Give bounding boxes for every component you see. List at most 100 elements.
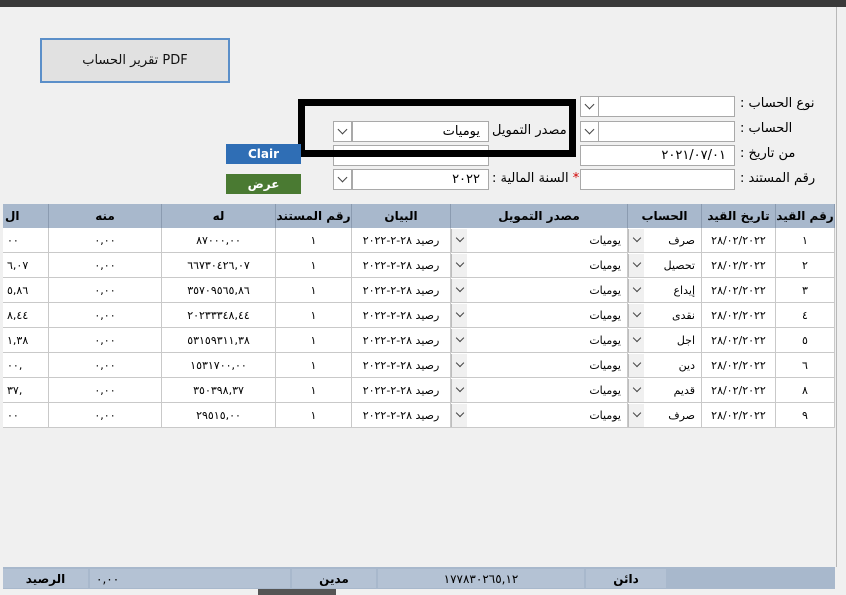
cell-statement: رصيد ٢٨-٢-٢٠٢٢ [352,353,451,378]
cell-extra-text: ,٣٧ [7,383,23,397]
cell-funding-source[interactable]: يوميات [451,228,628,253]
chevron-down-icon [455,333,464,343]
col-funding-source[interactable]: مصدر التمويل [451,204,628,228]
cell-entry-no: ٢ [776,253,835,278]
show-button[interactable]: عرض [226,174,301,194]
col-debit[interactable]: منه [49,204,162,228]
cell-credit: ١٥٣١٧٠٠,٠٠ [162,353,276,378]
cell-dropdown-button[interactable] [451,228,467,252]
cell-entry-no: ٦ [776,353,835,378]
cell-funding-source[interactable]: يوميات [451,328,628,353]
cell-entry-no-text: ٥ [802,333,808,347]
cell-credit: ٥٣١٥٩٣١١,٣٨ [162,328,276,353]
cell-debit-text: ٠,٠٠ [94,333,116,347]
cell-entry-no: ٣ [776,278,835,303]
cell-dropdown-button[interactable] [628,278,644,302]
cell-dropdown-button[interactable] [451,378,467,402]
col-entry-date[interactable]: تاريخ القيد [702,204,776,228]
cell-account[interactable]: صرف [628,403,702,428]
fiscal-year-dropdown[interactable] [333,169,352,190]
cell-entry-no-text: ٩ [802,408,808,422]
cell-account-text: نقدى [671,308,695,322]
cell-funding-source[interactable]: يوميات [451,403,628,428]
account-type-dropdown[interactable] [580,96,599,117]
cell-statement: رصيد ٢٨-٢-٢٠٢٢ [352,328,451,353]
cell-doc-no-text: ١ [310,258,317,272]
cell-funding-source[interactable]: يوميات [451,278,628,303]
cell-entry-date-text: ٢٨/٠٢/٢٠٢٢ [711,358,766,372]
cell-doc-no: ١ [276,253,352,278]
from-date-field[interactable]: ٢٠٢١/٠٧/٠١ [580,145,735,166]
account-dropdown[interactable] [580,121,599,142]
col-account[interactable]: الحساب [628,204,702,228]
col-entry-no[interactable]: رقم القيد [776,204,835,228]
cell-account[interactable]: دين [628,353,702,378]
pdf-report-button[interactable]: تقرير الحساب PDF [40,38,230,83]
col-statement[interactable]: البيان [352,204,451,228]
cell-account[interactable]: قديم [628,378,702,403]
cell-entry-date-text: ٢٨/٠٢/٢٠٢٢ [711,333,766,347]
cell-dropdown-button[interactable] [451,328,467,352]
fiscal-year-label: السنة المالية : [492,171,569,186]
cell-dropdown-button[interactable] [628,378,644,402]
col-credit[interactable]: له [162,204,276,228]
cell-extra: ٠٠ [3,403,49,428]
cell-dropdown-button[interactable] [628,228,644,252]
cell-account[interactable]: تحصيل [628,253,702,278]
cell-statement-text: رصيد ٢٨-٢-٢٠٢٢ [362,233,440,247]
cell-dropdown-button[interactable] [628,403,644,427]
cell-funding-source[interactable]: يوميات [451,253,628,278]
cell-funding-source[interactable]: يوميات [451,378,628,403]
creditor-label: دائن [586,569,666,588]
cell-account[interactable]: صرف [628,228,702,253]
cell-debit-text: ٠,٠٠ [94,308,116,322]
cell-account[interactable]: إيداع [628,278,702,303]
cell-entry-no-text: ١ [802,233,808,247]
cell-dropdown-button[interactable] [451,403,467,427]
cell-dropdown-button[interactable] [451,278,467,302]
cell-doc-no: ١ [276,278,352,303]
cell-entry-date-text: ٢٨/٠٢/٢٠٢٢ [711,258,766,272]
cell-dropdown-button[interactable] [628,328,644,352]
chevron-down-icon [632,358,641,368]
cell-account-text: دين [678,358,695,372]
cell-dropdown-button[interactable] [628,253,644,277]
cell-account[interactable]: نقدى [628,303,702,328]
cell-credit-text: ٥٣١٥٩٣١١,٣٨ [187,333,250,347]
chevron-down-icon [632,283,641,293]
account-field[interactable] [598,121,735,142]
cell-entry-no: ٨ [776,378,835,403]
chevron-down-icon [455,358,464,368]
cell-account[interactable]: اجل [628,328,702,353]
col-doc-no[interactable]: رقم المستند [276,204,352,228]
cell-funding-source-text: يوميات [589,308,621,322]
doc-number-field[interactable] [580,169,735,190]
cell-dropdown-button[interactable] [451,303,467,327]
cell-dropdown-button[interactable] [628,303,644,327]
cell-funding-source[interactable]: يوميات [451,303,628,328]
cell-dropdown-button[interactable] [451,253,467,277]
cell-extra: ,٣٧ [3,378,49,403]
cell-funding-source[interactable]: يوميات [451,353,628,378]
debtor-total: ٠,٠٠ [90,569,290,588]
clear-button[interactable]: Clair [226,144,301,164]
chevron-down-icon [584,124,595,135]
cell-entry-no: ٤ [776,303,835,328]
account-type-field[interactable] [598,96,735,117]
cell-entry-no-text: ٨ [802,383,808,397]
cell-dropdown-button[interactable] [451,353,467,377]
cell-entry-no-text: ٤ [802,308,808,322]
cell-dropdown-button[interactable] [628,353,644,377]
fiscal-year-field[interactable]: ٢٠٢٢ [352,169,489,190]
cell-statement: رصيد ٢٨-٢-٢٠٢٢ [352,403,451,428]
form-right-edge [836,7,837,567]
cell-credit-text: ١٥٣١٧٠٠,٠٠ [190,358,247,372]
cell-credit-text: ٣٥٧٠٩٥٦٥,٨٦ [187,283,250,297]
required-star: * [572,171,580,186]
cell-entry-no-text: ٢ [802,258,808,272]
col-extra[interactable]: ال [3,204,49,228]
scroll-thumb[interactable] [258,589,336,595]
cell-account-text: صرف [668,233,695,247]
creditor-total: ١٧٧٨٣٠٢٦٥,١٢ [378,569,584,588]
account-type-label: نوع الحساب : [740,96,815,111]
